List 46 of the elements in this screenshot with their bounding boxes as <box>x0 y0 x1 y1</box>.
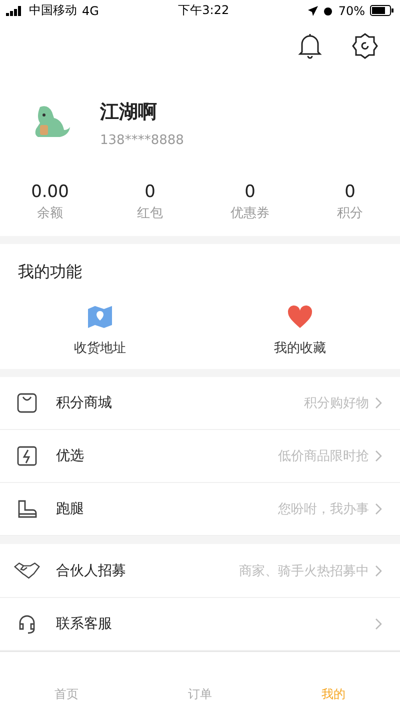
menu-row[interactable]: 优选 低价商品限时抢 <box>0 430 400 484</box>
chevron-icon <box>375 450 382 462</box>
chevron-icon <box>375 396 382 409</box>
battery-icon <box>370 5 394 16</box>
location-icon <box>308 6 318 16</box>
menu-label: 积分商城 <box>56 394 113 412</box>
user-name: 江湖啊 <box>100 100 158 125</box>
menu-hint: 积分购好物 <box>304 394 369 412</box>
stat-label: 红包 <box>137 204 163 222</box>
menu-hint: 您吩咐，我办事 <box>278 501 369 518</box>
notification-bell-icon[interactable] <box>298 33 322 60</box>
function-label[interactable]: 收货地址 <box>74 338 126 357</box>
stat-label: 余额 <box>37 204 63 222</box>
stat-label: 积分 <box>337 204 363 222</box>
clock-text: 下午3:22 <box>178 2 230 20</box>
menu-row[interactable]: 积分商城 积分购好物 <box>0 376 400 430</box>
bag-icon <box>16 392 38 414</box>
boot-icon <box>16 498 38 520</box>
function-label[interactable]: 我的收藏 <box>274 338 326 357</box>
stat-value: 0.00 <box>31 182 69 202</box>
chevron-icon <box>375 564 382 576</box>
menu-label: 合伙人招募 <box>56 562 127 580</box>
menu-hint: 低价商品限时抢 <box>278 448 369 466</box>
menu-label: 联系客服 <box>56 614 113 633</box>
stat-value: 0 <box>144 182 156 202</box>
menu-hint: 商家、骑手火热招募中 <box>239 562 369 580</box>
section-title: 我的功能 <box>17 260 83 283</box>
settings-icon[interactable] <box>352 33 378 60</box>
chevron-icon <box>375 503 382 516</box>
handshake-icon <box>14 560 40 582</box>
signal-icon <box>6 6 24 16</box>
menu-label: 跑腿 <box>56 500 85 518</box>
phone-number: 138****8888 <box>100 132 184 148</box>
battery-text: 70% <box>338 4 365 18</box>
heart-icon <box>287 304 313 329</box>
carrier-text: 中国移动 <box>29 2 77 20</box>
chevron-icon <box>375 618 382 630</box>
stat-value: 0 <box>244 182 256 202</box>
menu-row[interactable]: 合伙人招募 商家、骑手火热招募中 <box>0 544 400 598</box>
bolt-icon <box>16 445 38 468</box>
menu-label: 优选 <box>56 447 85 466</box>
stat-label: 优惠券 <box>230 204 270 222</box>
network-text: 4G <box>82 4 99 18</box>
menu-row[interactable]: 联系客服 <box>0 598 400 651</box>
stat-value: 0 <box>344 182 356 202</box>
map-icon <box>87 304 113 329</box>
